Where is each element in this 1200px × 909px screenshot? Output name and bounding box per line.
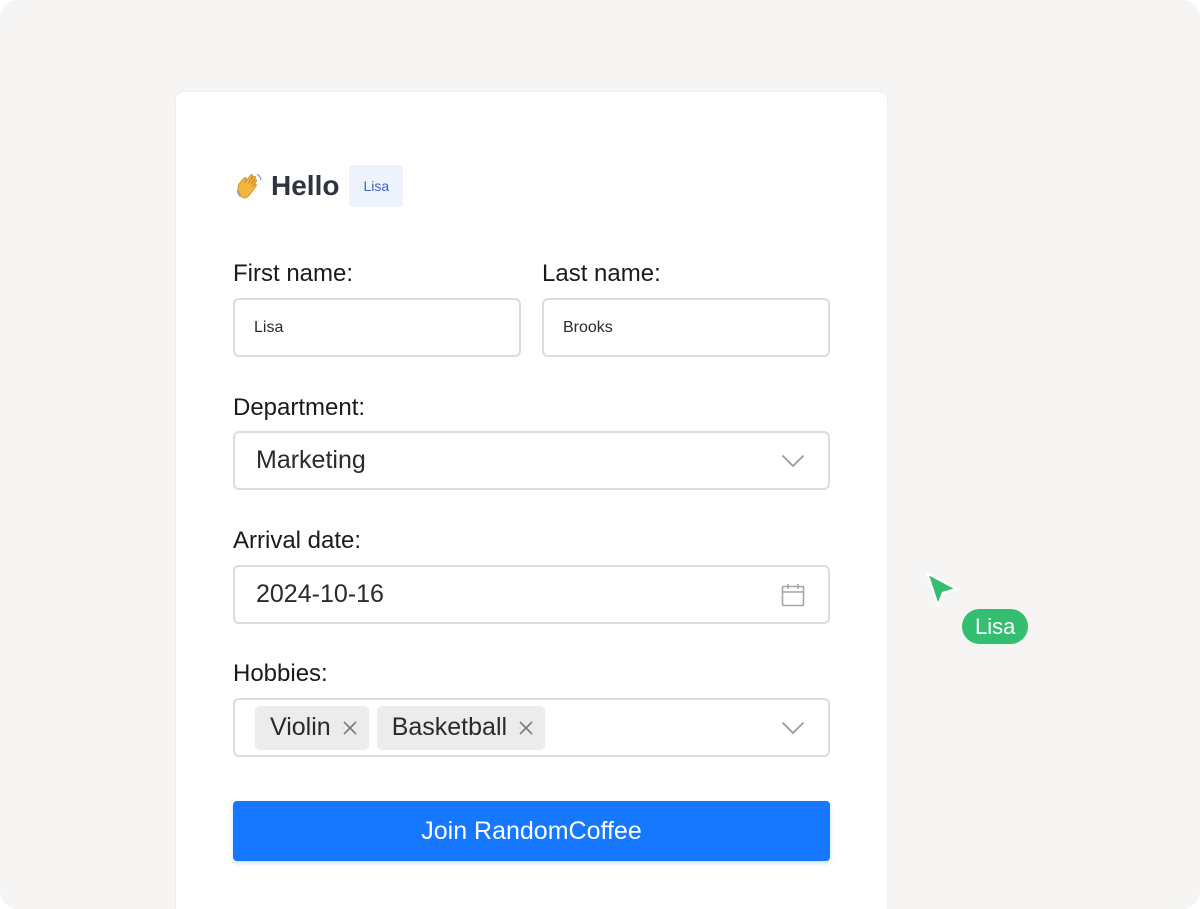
first-name-value: Lisa: [254, 318, 284, 336]
hobbies-label: Hobbies:: [233, 660, 328, 687]
waving-hand-icon: [233, 170, 265, 202]
close-icon[interactable]: [343, 720, 357, 735]
hobby-tag-list: Violin Basketball: [235, 705, 553, 750]
arrival-date-label: Arrival date:: [233, 527, 362, 554]
hobby-tag-label: Violin: [270, 713, 331, 741]
signup-form-card: Hello Lisa First name: Lisa Last name: B…: [176, 92, 887, 909]
arrival-date-value: 2024-10-16: [256, 580, 384, 608]
last-name-label: Last name:: [542, 260, 661, 287]
first-name-field[interactable]: Lisa: [233, 298, 521, 357]
app-canvas: Hello Lisa First name: Lisa Last name: B…: [0, 0, 1200, 909]
greeting-header: Hello Lisa: [233, 165, 404, 207]
department-label: Department:: [233, 394, 366, 421]
join-randomcoffee-button[interactable]: Join RandomCoffee: [233, 801, 830, 861]
last-name-value: Brooks: [563, 318, 613, 336]
greeting-title: Hello: [271, 170, 340, 201]
hobby-tag: Violin: [255, 705, 369, 750]
department-value: Marketing: [256, 446, 366, 474]
chevron-down-icon: [780, 448, 806, 474]
user-name-chip: Lisa: [349, 165, 404, 207]
close-icon[interactable]: [519, 720, 533, 735]
hobbies-multiselect[interactable]: Violin Basketball: [233, 698, 830, 757]
hobby-tag-label: Basketball: [391, 713, 508, 741]
first-name-label: First name:: [233, 260, 354, 287]
collaborator-name-tag: Lisa: [962, 609, 1029, 644]
arrival-date-picker[interactable]: 2024-10-16: [233, 565, 830, 624]
calendar-icon[interactable]: [780, 582, 806, 608]
last-name-field[interactable]: Brooks: [542, 298, 830, 357]
cursor-arrow-icon: [924, 571, 960, 609]
department-select[interactable]: Marketing: [233, 431, 830, 490]
hobby-tag: Basketball: [376, 705, 546, 750]
chevron-down-icon: [780, 715, 806, 741]
